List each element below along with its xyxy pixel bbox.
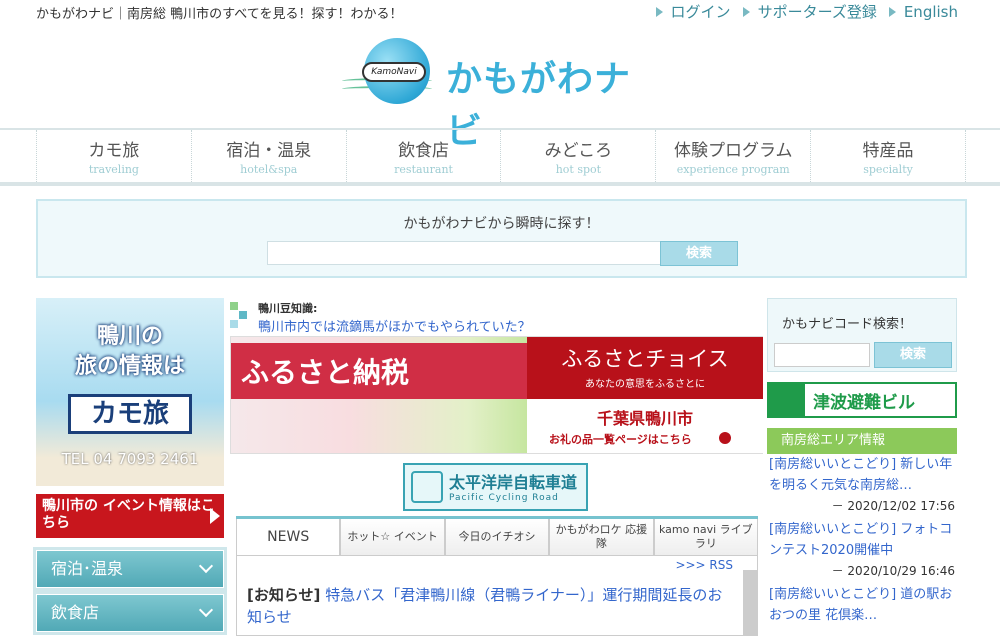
chevron-down-icon — [198, 558, 214, 574]
trivia-label: 鴨川豆知識: — [258, 302, 318, 315]
arrow-right-icon — [888, 6, 896, 17]
squares-icon — [230, 302, 248, 330]
furusato-choice-logo: ふるさとチョイス — [561, 347, 729, 371]
feed-item[interactable]: [南房総いいとこどり] 道の駅おおつの里 花倶楽… — [767, 584, 957, 626]
play-arrow-icon — [210, 508, 220, 524]
main-nav: カモ旅 traveling 宿泊・温泉 hotel&spa 飲食店 restauran… — [0, 128, 1000, 186]
tab-library[interactable]: kamo navi ライブラリ — [653, 519, 759, 556]
scrollbar[interactable] — [743, 570, 757, 636]
event-banner-text: 鴨川市の イベント情報はこちら — [42, 498, 215, 531]
tab-location[interactable]: かもがわロケ 応援隊 — [549, 519, 654, 556]
logo-badge: KamoNavi — [362, 62, 426, 82]
nav-item-experience[interactable]: 体験プログラム experience program — [655, 130, 810, 182]
furusato-title: ふるさと納税 — [241, 356, 410, 389]
furusato-city: 千葉県鴨川市 — [596, 409, 693, 428]
news-item[interactable]: [お知らせ] 特急バス「君津鴨川線（君鴨ライナー）」運行期間延長のお知らせ — [247, 584, 735, 628]
cycle-title: 太平洋岸自転車道 — [449, 473, 578, 492]
area-feed: [南房総いいとこどり] 新しい年を明るく元気な南房総… － 2020/12/02… — [767, 454, 957, 626]
arrow-right-icon — [742, 6, 750, 17]
site-tagline: かもがわナビ｜南房総 鴨川市のすべてを見る！探す！わかる！ — [36, 7, 403, 22]
nav-item-hotspot[interactable]: みどころ hot spot — [500, 130, 655, 182]
tsunami-evacuation-banner[interactable]: 津波避難ビル — [767, 382, 957, 418]
code-search-title: かもナビコード検索！ — [782, 317, 913, 332]
tab-pickup[interactable]: 今日のイチオシ — [444, 519, 550, 556]
furusato-tax-banner[interactable]: ふるさと納税 ふるさとチョイス あなたの意思をふるさとに 千葉県鴨川市 お礼の品… — [230, 336, 763, 454]
site-search-panel: かもがわナビから瞬時に探す！ 検索 — [36, 199, 967, 278]
news-panel: >>> RSS [お知らせ] 特急バス「君津鴨川線（君鴨ライナー）」運行期間延長… — [236, 556, 758, 636]
arrow-right-icon — [655, 6, 663, 17]
furusato-list-link: お礼の品一覧ページはこちら — [549, 433, 692, 446]
chevron-down-icon — [198, 602, 214, 618]
area-info-heading: 南房総エリア情報 — [767, 428, 957, 454]
feed-item[interactable]: [南房総いいとこどり] フォトコンテスト2020開催中 — [767, 519, 957, 561]
evacuation-icon — [769, 384, 805, 416]
site-logo[interactable]: KamoNavi かもがわナビ — [342, 38, 662, 152]
left-column: 鴨川の 旅の情報は カモ旅 TEL 04 7093 2461 鴨川市の イベント… — [36, 298, 224, 632]
login-link[interactable]: ログイン — [655, 1, 731, 22]
banner-brand: カモ旅 — [68, 394, 192, 434]
supporter-register-link[interactable]: サポーターズ登録 — [742, 1, 877, 22]
tab-news[interactable]: NEWS — [236, 519, 341, 556]
search-input[interactable] — [267, 241, 691, 265]
kamonavi-code-search: かもナビコード検索！ 検索 — [767, 298, 957, 372]
code-search-button[interactable]: 検索 — [874, 342, 952, 368]
tsunami-text: 津波避難ビル — [813, 393, 915, 413]
banner-line: 鴨川の — [96, 324, 163, 349]
right-column: かもナビコード検索！ 検索 津波避難ビル 南房総エリア情報 [南房総いいとこどり… — [767, 298, 957, 626]
pacific-cycling-road-banner[interactable]: 太平洋岸自転車道 Pacific Cycling Road — [403, 463, 588, 511]
nav-item-kamotabi[interactable]: カモ旅 traveling — [36, 130, 191, 182]
accordion-hotel[interactable]: 宿泊･温泉 — [36, 550, 224, 588]
nav-item-specialty[interactable]: 特産品 specialty — [810, 130, 966, 182]
nav-item-hotel[interactable]: 宿泊・温泉 hotel&spa — [190, 130, 346, 182]
feed-date: － 2020/10/29 16:46 — [831, 564, 955, 578]
feed-date: － 2020/12/02 17:56 — [831, 499, 955, 513]
tab-hot-event[interactable]: ホット☆ イベント — [340, 519, 445, 556]
rss-link[interactable]: >>> RSS — [675, 558, 733, 572]
cycle-subtitle: Pacific Cycling Road — [449, 493, 559, 503]
nav-item-restaurant[interactable]: 飲食店 restaurant — [345, 130, 501, 182]
trivia-block: 鴨川豆知識: 鴨川市内では流鏑馬がほかでもやられていた？ — [230, 298, 760, 335]
kamotabi-banner[interactable]: 鴨川の 旅の情報は カモ旅 TEL 04 7093 2461 — [36, 298, 224, 486]
banner-tel: TEL 04 7093 2461 — [61, 450, 199, 468]
feed-item[interactable]: [南房総いいとこどり] 新しい年を明るく元気な南房総… — [767, 454, 957, 496]
search-title: かもがわナビから瞬時に探す！ — [403, 216, 600, 232]
news-tag: [お知らせ] — [247, 586, 321, 604]
event-info-banner[interactable]: 鴨川市の イベント情報はこちら — [36, 494, 224, 538]
news-tabs: NEWS ホット☆ イベント 今日のイチオシ かもがわロケ 応援隊 kamo n… — [236, 516, 759, 556]
arrow-circle-icon — [719, 432, 731, 444]
top-links: ログイン サポーターズ登録 English — [655, 1, 958, 22]
top-bar: かもがわナビ｜南房総 鴨川市のすべてを見る！探す！わかる！ ログイン サポーター… — [0, 0, 1000, 24]
furusato-choice-sub: あなたの意思をふるさとに — [585, 379, 705, 390]
english-link[interactable]: English — [888, 1, 958, 22]
bicycle-icon — [411, 471, 443, 503]
accordion-restaurant[interactable]: 飲食店 — [36, 594, 224, 632]
code-search-input[interactable] — [774, 343, 870, 367]
trivia-link[interactable]: 鴨川市内では流鏑馬がほかでもやられていた？ — [258, 316, 531, 335]
search-button[interactable]: 検索 — [660, 241, 738, 266]
banner-line: 旅の情報は — [74, 354, 185, 379]
